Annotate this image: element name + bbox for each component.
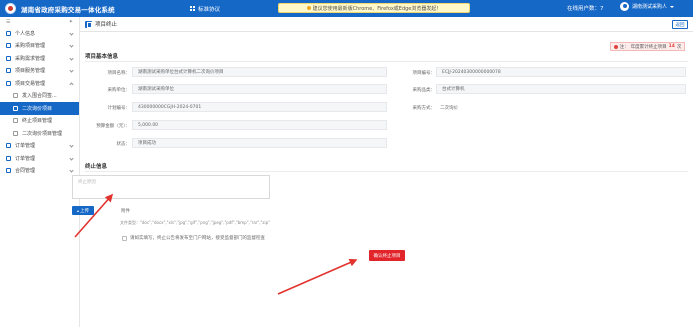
sidebar-item-contract-sign[interactable]: 发入围合同签...	[0, 90, 79, 103]
caret-down-icon	[670, 5, 675, 8]
chevron-up-icon	[69, 81, 74, 87]
budget-label: 预算金额（元）：	[96, 124, 130, 129]
user-icon	[6, 30, 11, 36]
termination-count: 14	[668, 44, 675, 49]
browser-notice-text: 建议您使用最新版Chrome、Firefox或Edge浏览器发起！	[312, 5, 442, 12]
document-icon	[13, 105, 18, 111]
sidebar-item-second-inquiry-management[interactable]: 二次询价项目管理	[0, 127, 79, 140]
divider	[85, 61, 688, 62]
sidebar-item-second-inquiry[interactable]: 二次询价项目	[0, 102, 79, 115]
protocol-menu-button[interactable]: 标准协议	[190, 5, 220, 13]
sidebar-item-contract-management[interactable]: 合同管理	[0, 165, 79, 178]
top-bar: 湖南省政府采购交易一体化系统 标准协议 建议您使用最新版Chrome、Firef…	[0, 0, 693, 17]
pin-icon[interactable]: ✦	[69, 19, 73, 25]
app-title: 湖南省政府采购交易一体化系统	[21, 5, 115, 14]
sidebar-item-project-management[interactable]: 采购项目管理	[0, 40, 79, 53]
tab-title: 项目终止	[95, 22, 118, 28]
service-icon	[6, 68, 11, 74]
category-value: 台式计算机	[436, 84, 686, 94]
chevron-down-icon	[69, 68, 74, 73]
chevron-down-icon	[69, 30, 74, 36]
plan-no-value: 430000000CGJH-2024-0701	[132, 102, 387, 112]
sidebar-toolbar: ☰ ✦	[0, 17, 79, 27]
tab-project-termination[interactable]: 项目终止	[85, 20, 117, 28]
status-value: 项目成功	[132, 138, 387, 148]
sidebar-item-demand-management[interactable]: 采购需求管理	[0, 52, 79, 65]
method-label: 采购方式：	[412, 106, 436, 111]
document-icon	[85, 20, 92, 28]
agreement-checkbox[interactable]	[122, 235, 127, 241]
sidebar-item-service-management[interactable]: 项目服务管理	[0, 65, 79, 78]
sidebar-item-terminated-projects[interactable]: 终止项目管理	[0, 115, 79, 128]
user-name: 湖南测试采购人	[632, 4, 668, 10]
sidebar-item-personal-info[interactable]: 个人信息	[0, 27, 79, 40]
termination-count-notice: 注： 年度累计终止项目 14 次	[610, 42, 685, 51]
order-icon	[6, 155, 11, 161]
status-label: 状态：	[116, 142, 131, 147]
avatar-icon	[620, 2, 629, 11]
upload-icon	[77, 209, 79, 212]
purchase-unit-label: 采购单位：	[107, 88, 131, 93]
sidebar: ☰ ✦ 个人信息 采购项目管理 采购需求管理 项目服务管理 项目交易管理 发入围…	[0, 17, 80, 327]
agreement-text: 请如实填写，终止公告将发布至门户网站，接受监督部门的监督检查	[130, 236, 265, 241]
grid-icon	[190, 6, 195, 11]
chevron-down-icon	[69, 43, 74, 48]
project-name-label: 项目名称：	[107, 71, 131, 76]
transaction-icon	[6, 80, 11, 86]
upload-button[interactable]: 上传	[72, 206, 94, 215]
method-value: 二次询价	[440, 106, 458, 111]
budget-value: 5,000.00	[132, 120, 387, 130]
chevron-down-icon	[69, 168, 74, 173]
document-icon	[13, 130, 18, 136]
file-types-hint: 文件类型："doc","docx","xls","jpg","gif","png…	[120, 220, 270, 225]
user-menu[interactable]: 湖南测试采购人	[620, 2, 675, 11]
sidebar-item-transaction-management[interactable]: 项目交易管理	[0, 77, 79, 90]
plan-no-label: 计划编号：	[107, 106, 131, 111]
confirm-terminate-button[interactable]: 确认终止项目	[369, 250, 405, 261]
browser-notice: 建议您使用最新版Chrome、Firefox或Edge浏览器发起！	[278, 3, 470, 13]
project-name-value: 湖南测试采购单位台式计算机二次询价项目	[132, 67, 387, 77]
chevron-down-icon	[69, 155, 74, 161]
document-icon	[13, 93, 18, 99]
basic-info-title: 项目基本信息	[85, 54, 119, 60]
main-content: 注： 年度累计终止项目 14 次 项目基本信息 项目名称： 湖南测试采购单位台式…	[72, 32, 693, 327]
menu-toggle-icon[interactable]: ☰	[6, 19, 10, 25]
sidebar-item-order-management-2[interactable]: 订单管理	[0, 152, 79, 165]
project-no-value: ECJJ-20240300000000078	[436, 67, 686, 77]
order-icon	[6, 143, 11, 149]
alert-icon	[613, 44, 618, 49]
document-icon	[13, 118, 18, 124]
list-icon	[6, 55, 11, 61]
attachment-label: 附件	[121, 209, 130, 214]
termination-info-title: 终止信息	[85, 164, 108, 170]
chevron-down-icon	[69, 143, 74, 148]
termination-reason-textarea[interactable]: 终止原因	[72, 175, 270, 199]
protocol-menu-label: 标准协议	[198, 6, 221, 13]
warning-icon	[306, 6, 311, 10]
tab-bar: 项目终止 返回	[80, 17, 693, 32]
purchase-unit-value: 湖南测试采购单位	[132, 84, 387, 94]
category-label: 采购品类：	[412, 88, 436, 93]
emblem-logo	[5, 3, 16, 14]
online-users: 在线用户数：7	[567, 6, 604, 12]
agreement-row[interactable]: 请如实填写，终止公告将发布至门户网站，接受监督部门的监督检查	[122, 235, 265, 241]
brand: 湖南省政府采购交易一体化系统	[0, 3, 160, 14]
back-button[interactable]: 返回	[672, 20, 688, 29]
project-no-label: 项目编号：	[412, 71, 436, 76]
sidebar-item-order-management[interactable]: 订单管理	[0, 140, 79, 153]
contract-icon	[6, 168, 11, 174]
folder-icon	[6, 43, 11, 49]
divider	[85, 171, 688, 172]
chevron-down-icon	[69, 55, 74, 61]
